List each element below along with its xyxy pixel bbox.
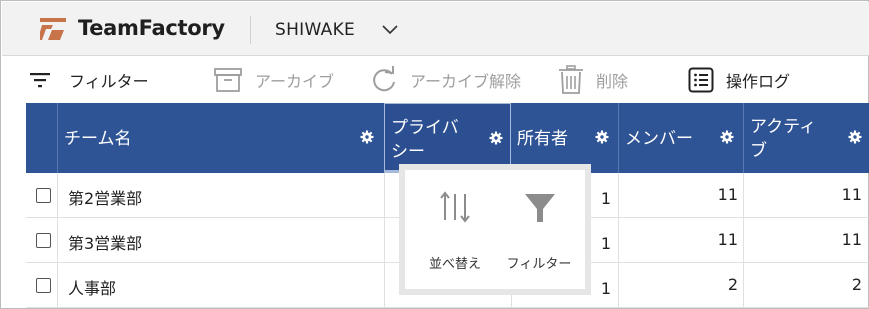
column-options-gear-icon[interactable]	[489, 131, 503, 145]
column-options-gear-icon[interactable]	[720, 130, 734, 144]
funnel-icon	[525, 194, 555, 222]
table-header-row: チーム名 プライバ シー 所有者 メンバー アクティ ブ	[26, 103, 869, 173]
app-window: TeamFactory SHIWAKE フィルター アーカイブ アーカイブ解除 …	[0, 0, 869, 309]
column-divider	[384, 263, 385, 308]
header-divider	[250, 16, 251, 44]
delete-button-label: 削除	[596, 72, 629, 91]
column-header-owners[interactable]: 所有者	[511, 103, 618, 173]
column-options-gear-icon[interactable]	[360, 130, 374, 144]
column-header-active-label: アクティブ	[750, 117, 817, 161]
team-name-cell[interactable]: 人事部	[68, 275, 116, 299]
column-header-privacy[interactable]: プライバ シー	[384, 103, 511, 173]
select-all-header[interactable]	[26, 103, 57, 173]
column-header-team-name[interactable]: チーム名	[58, 103, 384, 173]
archive-box-icon	[214, 68, 242, 92]
column-header-members-label: メンバー	[625, 129, 693, 149]
unarchive-button[interactable]: アーカイブ解除	[370, 65, 521, 95]
members-cell: 2	[727, 275, 738, 294]
column-header-privacy-label: プライバ シー	[391, 118, 459, 162]
operation-log-button-label: 操作ログ	[726, 72, 791, 91]
column-divider	[57, 173, 58, 218]
teamfactory-logo-icon	[40, 18, 66, 40]
filter-button-label: フィルター	[69, 72, 149, 91]
unarchive-button-label: アーカイブ解除	[410, 72, 522, 91]
column-header-team-name-label: チーム名	[64, 129, 132, 149]
restore-arrow-icon	[373, 66, 395, 92]
workspace-selector[interactable]: SHIWAKE	[275, 20, 355, 40]
column-header-owners-label: 所有者	[517, 129, 568, 149]
filter-option[interactable]: フィルター	[497, 188, 581, 278]
column-divider	[57, 263, 58, 308]
active-cell: 2	[851, 275, 862, 294]
sort-arrows-icon	[440, 191, 470, 223]
filter-button[interactable]: フィルター	[29, 65, 149, 95]
app-header: TeamFactory SHIWAKE	[2, 2, 869, 56]
sort-option-label: 並べ替え	[428, 257, 481, 272]
column-divider	[384, 173, 385, 218]
brand-name[interactable]: TeamFactory	[78, 16, 225, 40]
column-header-members[interactable]: メンバー	[619, 103, 743, 173]
filter-lines-icon	[30, 73, 50, 88]
column-options-popup: 並べ替え フィルター	[399, 164, 591, 295]
column-header-active[interactable]: アクティブ	[744, 103, 869, 173]
delete-button[interactable]: 削除	[558, 65, 628, 95]
column-options-gear-icon[interactable]	[848, 130, 862, 144]
team-name-cell[interactable]: 第2営業部	[68, 185, 142, 209]
column-divider	[384, 218, 385, 263]
chevron-down-icon[interactable]	[382, 24, 398, 36]
row-checkbox[interactable]	[36, 188, 51, 203]
team-name-cell[interactable]: 第3営業部	[68, 230, 142, 254]
row-checkbox[interactable]	[36, 278, 51, 293]
column-options-panel: 並べ替え フィルター	[405, 170, 585, 289]
command-toolbar: フィルター アーカイブ アーカイブ解除 削除 操作ログ	[2, 57, 869, 103]
active-cell: 11	[841, 230, 862, 249]
column-divider	[57, 218, 58, 263]
archive-button[interactable]: アーカイブ	[213, 65, 334, 95]
archive-button-label: アーカイブ	[255, 72, 335, 91]
log-list-icon	[688, 67, 714, 93]
trash-icon	[559, 65, 583, 94]
members-cell: 11	[717, 185, 738, 204]
active-cell: 11	[841, 185, 862, 204]
members-cell: 11	[717, 230, 738, 249]
row-checkbox[interactable]	[36, 233, 51, 248]
operation-log-button[interactable]: 操作ログ	[688, 65, 790, 95]
column-options-gear-icon[interactable]	[595, 130, 609, 144]
filter-option-label: フィルター	[506, 257, 572, 272]
sort-option[interactable]: 並べ替え	[413, 188, 497, 278]
